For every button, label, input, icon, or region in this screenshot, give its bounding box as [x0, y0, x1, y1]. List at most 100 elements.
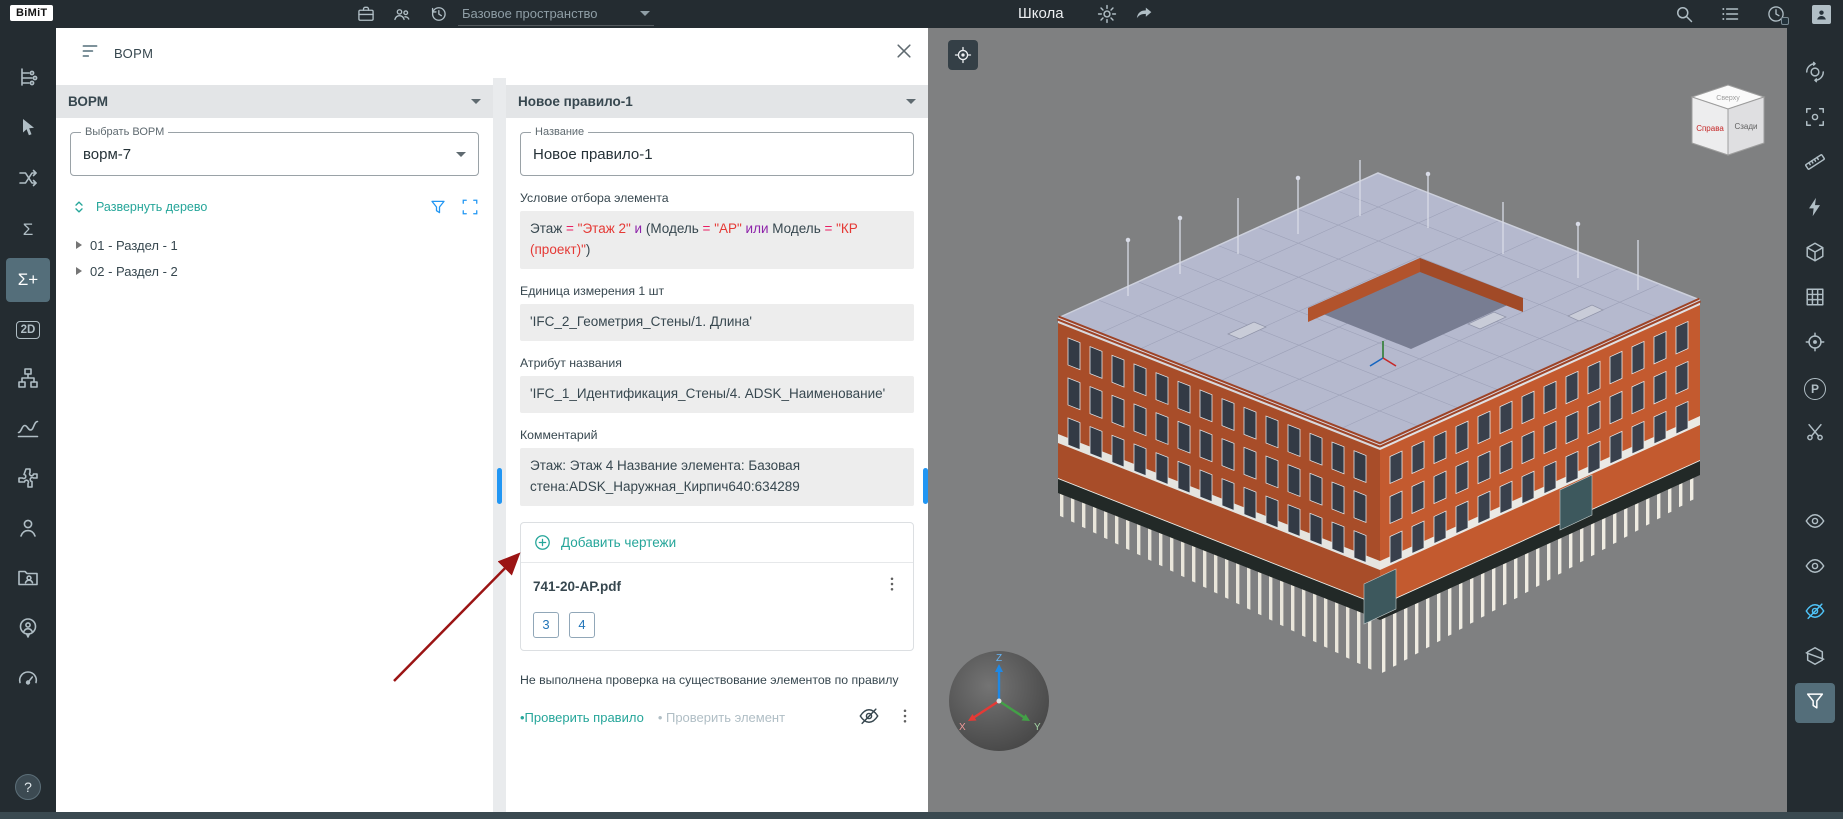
tool-plan[interactable]: P: [1795, 369, 1835, 409]
rule-name-input[interactable]: [533, 145, 901, 163]
tool-graphs[interactable]: [6, 408, 50, 452]
filter-icon: [1804, 690, 1826, 717]
unit-value: 'IFC_2_Геометрия_Стены/1. Длина': [520, 303, 914, 341]
panel-resize-handle[interactable]: [923, 468, 928, 504]
expand-arrow-icon: [76, 267, 82, 275]
tool-model[interactable]: [1795, 234, 1835, 274]
rule-name-label: Название: [531, 126, 589, 138]
close-icon[interactable]: [894, 41, 914, 66]
fit-frame-icon[interactable]: [461, 198, 479, 216]
viewport-3d[interactable]: Справа Сзади Сверху Z X Y: [928, 28, 1787, 812]
plan-icon: P: [1804, 378, 1826, 400]
tool-sum[interactable]: Σ: [6, 208, 50, 252]
comment-label: Комментарий: [520, 427, 598, 442]
projects-icon[interactable]: [356, 4, 376, 24]
visibility-off-icon: [1804, 600, 1826, 627]
workspace-value: Базовое пространство: [462, 6, 598, 21]
sum-plus-icon: Σ+: [17, 270, 39, 289]
vorm-select-label: Выбрать ВОРМ: [81, 126, 169, 138]
actions-kebab-menu-icon[interactable]: [896, 707, 914, 728]
top-bar: BiMiT Базовое пространство Школа: [0, 0, 1843, 28]
tool-section-cut[interactable]: [1795, 414, 1835, 454]
tool-sum-plus[interactable]: Σ+: [6, 258, 50, 302]
tool-view-2d[interactable]: 2D: [6, 308, 50, 352]
account-user-icon[interactable]: [1812, 4, 1831, 24]
quick-measure-icon: [1804, 196, 1826, 223]
graphs-icon: [16, 416, 40, 445]
orbit-navigation-ball[interactable]: Z X Y: [946, 648, 1052, 754]
notification-badge: [1781, 17, 1789, 25]
cube-face-top-label: Сверху: [1716, 95, 1740, 102]
rule-warning-text: Не выполнена проверка на существование э…: [520, 672, 899, 687]
panel-resize-handle[interactable]: [497, 468, 502, 504]
chevron-down-icon: [456, 151, 466, 157]
page-chip[interactable]: 4: [569, 611, 595, 638]
tree-item[interactable]: 02 - Раздел - 2: [70, 258, 479, 284]
visibility-1-icon: [1804, 510, 1826, 537]
app-logo[interactable]: BiMiT: [10, 5, 54, 21]
panel-title: ВОРМ: [114, 45, 154, 61]
dashboard-icon: [16, 666, 40, 695]
workspace-select[interactable]: Базовое пространство: [458, 2, 654, 26]
drawing-file-name[interactable]: 741-20-АР.pdf: [533, 579, 621, 594]
tool-plugins[interactable]: [6, 458, 50, 502]
expand-tree-link[interactable]: Развернуть дерево: [96, 200, 207, 214]
add-drawings-button[interactable]: Добавить чертежи: [521, 523, 913, 563]
condition-box: Этаж = "Этаж 2" и (Модель = "АР" или Мод…: [520, 211, 914, 269]
vorm-section-header[interactable]: ВОРМ: [56, 85, 493, 118]
share-icon[interactable]: [1133, 3, 1155, 25]
tool-focus[interactable]: [1795, 324, 1835, 364]
tool-users[interactable]: [6, 508, 50, 552]
left-toolbar: Σ Σ+ 2D?: [0, 28, 56, 812]
panel-divider[interactable]: [493, 78, 506, 812]
tool-visibility-off[interactable]: [1795, 593, 1835, 633]
view-cube[interactable]: Справа Сзади Сверху: [1685, 80, 1771, 166]
rule-section-title: Новое правило-1: [518, 94, 633, 109]
focus-extents-icon: [954, 46, 972, 64]
rule-section-header[interactable]: Новое правило-1: [506, 85, 928, 118]
tool-select[interactable]: [6, 108, 50, 152]
panel-menu-icon[interactable]: [80, 41, 100, 66]
tool-model-tree[interactable]: [6, 58, 50, 102]
tool-structure[interactable]: [6, 358, 50, 402]
attribute-value: 'IFC_1_Идентификация_Стены/4. ADSK_Наиме…: [520, 375, 914, 413]
vorm-select-value: ворм-7: [83, 145, 132, 163]
tool-connections[interactable]: [6, 158, 50, 202]
team-icon[interactable]: [392, 4, 412, 24]
page-chip[interactable]: 3: [533, 611, 559, 638]
building-model: [1057, 160, 1702, 673]
tool-filter[interactable]: [1795, 683, 1835, 723]
check-rule-link[interactable]: •Проверить правило: [520, 710, 644, 725]
tool-visibility-1[interactable]: [1795, 503, 1835, 543]
drawing-kebab-menu-icon[interactable]: [883, 575, 901, 598]
tool-frame[interactable]: [1795, 99, 1835, 139]
unfold-tree-icon[interactable]: [70, 198, 88, 216]
tool-measure[interactable]: [1795, 144, 1835, 184]
zoom-extents-button[interactable]: [948, 40, 978, 70]
tool-user-pin[interactable]: [6, 608, 50, 652]
tool-shared-folder[interactable]: [6, 558, 50, 602]
list-menu-icon[interactable]: [1720, 4, 1740, 24]
check-element-link: • Проверить элемент: [657, 709, 786, 725]
filter-icon[interactable]: [429, 198, 447, 216]
vorm-select[interactable]: Выбрать ВОРМ ворм-7: [70, 126, 479, 176]
visibility-off-icon[interactable]: [858, 705, 880, 730]
tool-visibility-2[interactable]: [1795, 548, 1835, 588]
connections-icon: [16, 166, 40, 195]
select-icon: [16, 116, 40, 145]
vorm-section-title: ВОРМ: [68, 94, 108, 109]
search-icon[interactable]: [1674, 4, 1694, 24]
tool-dashboard[interactable]: [6, 658, 50, 702]
tool-quick-measure[interactable]: [1795, 189, 1835, 229]
tool-orbit[interactable]: [1795, 54, 1835, 94]
tool-clip-box[interactable]: [1795, 638, 1835, 678]
recent-icon[interactable]: [1766, 4, 1789, 25]
help-button[interactable]: ?: [15, 774, 41, 800]
axis-y-label: Y: [1034, 722, 1041, 733]
visibility-2-icon: [1804, 555, 1826, 582]
tree-item[interactable]: 01 - Раздел - 1: [70, 232, 479, 258]
tool-grid[interactable]: [1795, 279, 1835, 319]
history-icon[interactable]: [428, 4, 448, 24]
settings-gear-icon[interactable]: [1096, 3, 1118, 25]
drawings-card: Добавить чертежи 741-20-АР.pdf 3 4: [520, 521, 914, 651]
